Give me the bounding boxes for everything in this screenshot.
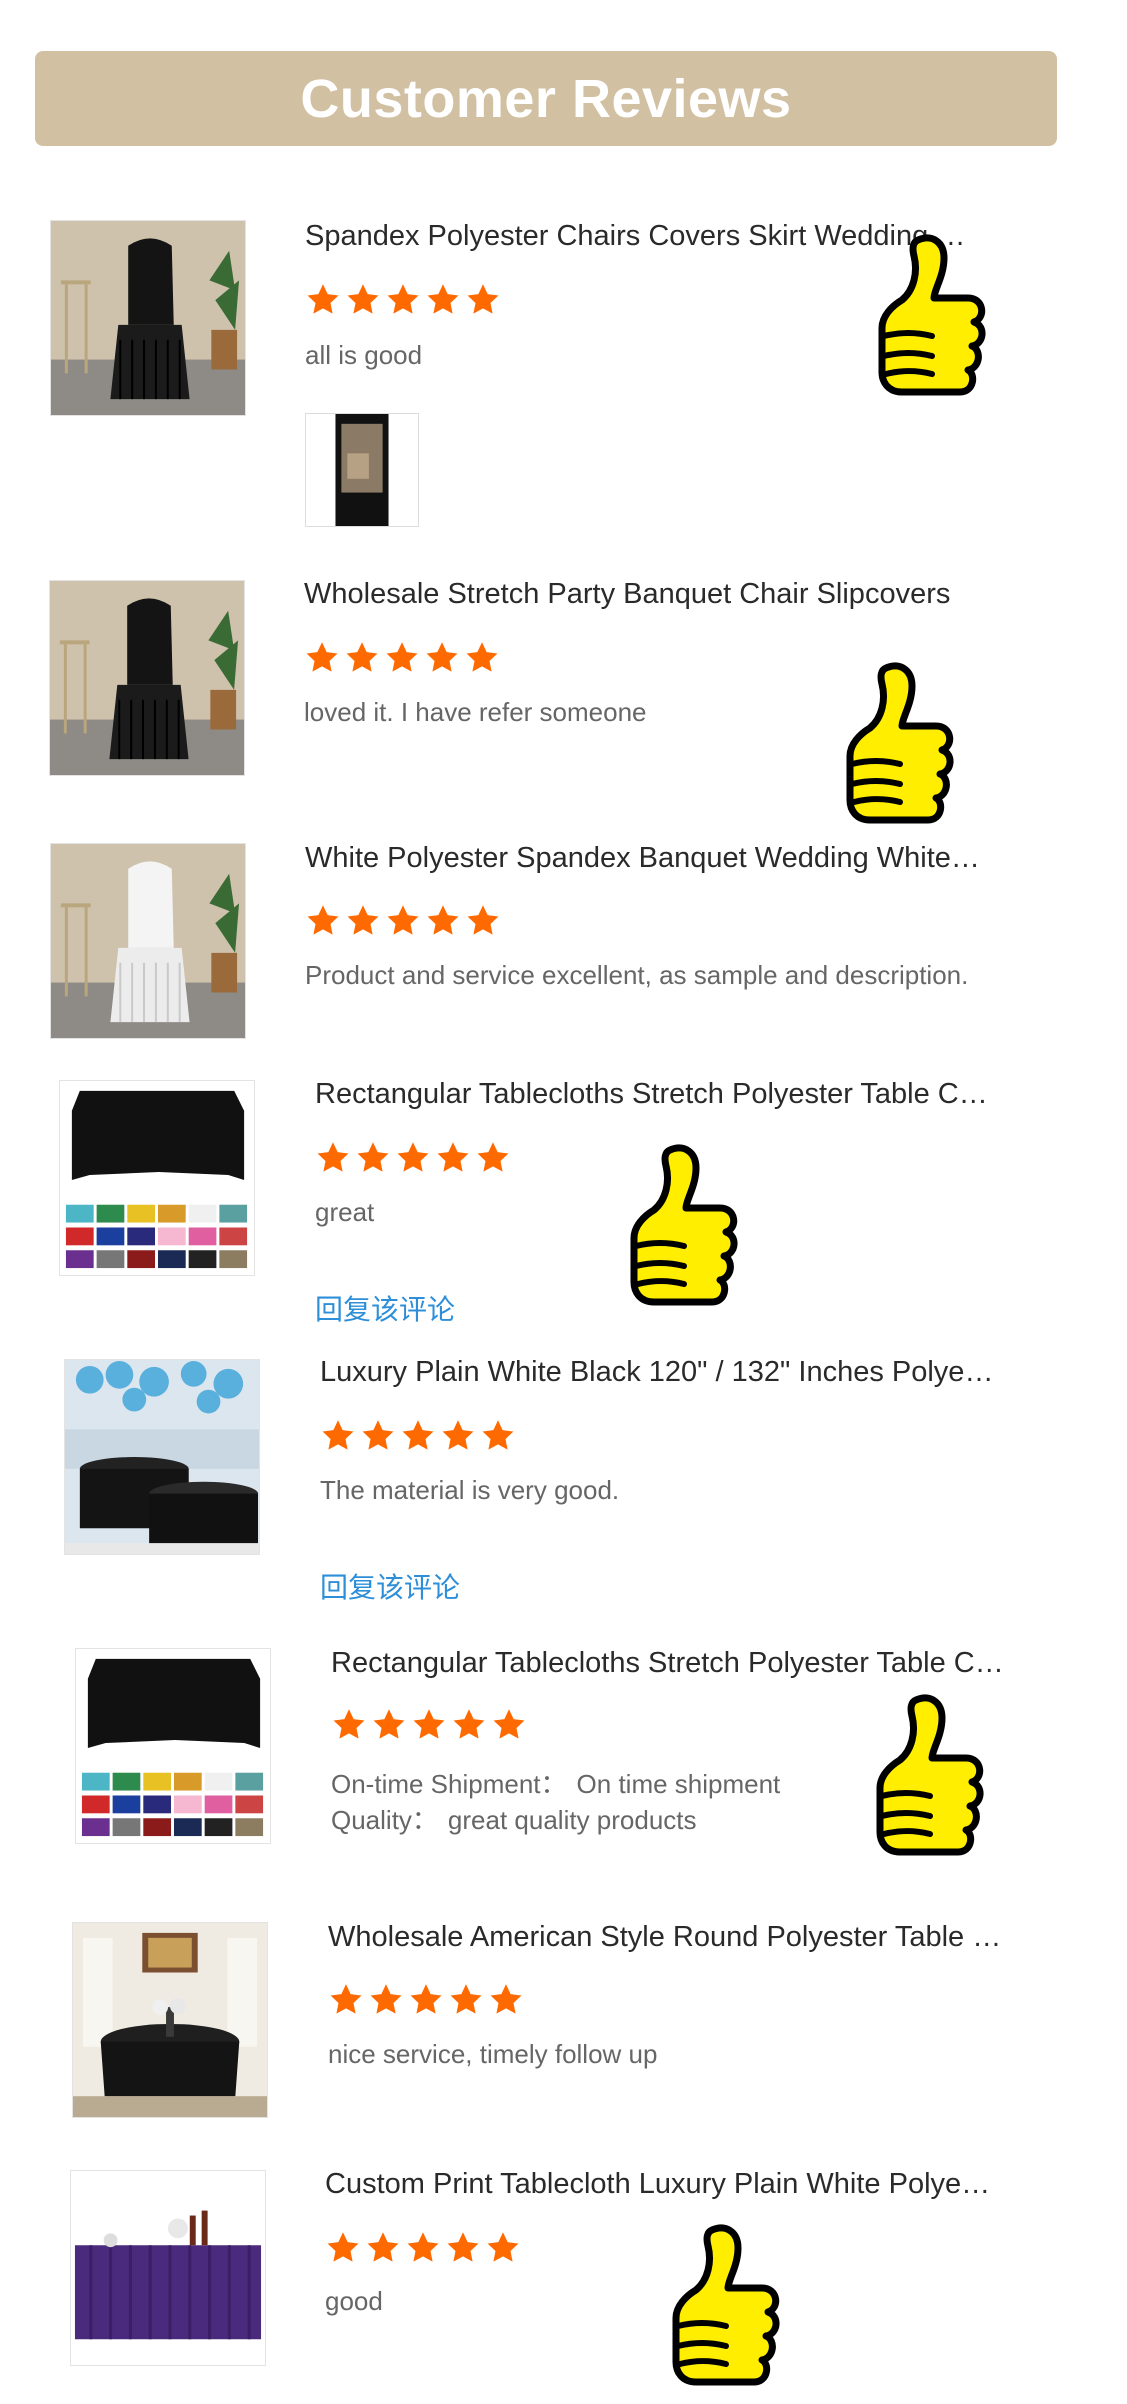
thumbs-up-icon	[654, 2222, 789, 2392]
star-icon	[405, 2230, 441, 2266]
review-comment: nice service, timely follow up	[328, 2039, 658, 2069]
star-icon	[445, 2230, 481, 2266]
product-thumbnail[interactable]	[50, 843, 246, 1039]
reply-link[interactable]: 回复该评论	[320, 1566, 460, 1606]
review-comment: all is good	[305, 340, 423, 370]
star-icon	[320, 1418, 356, 1454]
star-icon	[488, 1982, 524, 2018]
detail-label: Quality：	[331, 1805, 438, 1835]
star-icon	[400, 1418, 436, 1454]
star-icon	[480, 1418, 516, 1454]
star-icon	[491, 1707, 527, 1743]
star-icon	[425, 282, 461, 318]
star-icon	[448, 1982, 484, 2018]
product-thumbnail[interactable]	[49, 580, 245, 776]
star-icon	[475, 1140, 511, 1176]
product-thumbnail[interactable]	[72, 1922, 268, 2118]
star-rating	[305, 282, 501, 318]
star-icon	[465, 282, 501, 318]
star-icon	[424, 640, 460, 676]
star-icon	[331, 1707, 367, 1743]
star-icon	[368, 1982, 404, 2018]
star-icon	[344, 640, 380, 676]
product-title[interactable]: Wholesale American Style Round Polyester…	[328, 1921, 1003, 1954]
thumbs-up-icon	[612, 1142, 747, 1312]
page-title: Customer Reviews	[300, 68, 792, 129]
star-icon	[425, 903, 461, 939]
product-title[interactable]: Luxury Plain White Black 120" / 132" Inc…	[320, 1356, 995, 1389]
star-icon	[384, 640, 420, 676]
product-title[interactable]: White Polyester Spandex Banquet Wedding …	[305, 842, 980, 875]
product-thumbnail[interactable]	[70, 2170, 266, 2366]
review-comment: loved it. I have refer someone	[304, 697, 647, 727]
star-rating	[305, 903, 501, 939]
star-icon	[435, 1140, 471, 1176]
star-icon	[371, 1707, 407, 1743]
reply-link[interactable]: 回复该评论	[315, 1288, 455, 1328]
star-rating	[315, 1140, 511, 1176]
review-attachment-thumbnail[interactable]	[305, 413, 419, 527]
star-rating	[328, 1982, 524, 2018]
detail-label: On-time Shipment：	[331, 1769, 567, 1799]
review-comment: Product and service excellent, as sample…	[305, 960, 969, 990]
star-icon	[360, 1418, 396, 1454]
star-icon	[411, 1707, 447, 1743]
product-thumbnail[interactable]	[59, 1080, 255, 1276]
product-thumbnail[interactable]	[75, 1648, 271, 1844]
product-thumbnail[interactable]	[50, 220, 246, 416]
star-icon	[304, 640, 340, 676]
star-icon	[345, 903, 381, 939]
star-icon	[485, 2230, 521, 2266]
reviews-header: Customer Reviews	[35, 51, 1057, 146]
star-icon	[365, 2230, 401, 2266]
star-rating	[320, 1418, 516, 1454]
star-icon	[385, 282, 421, 318]
product-thumbnail[interactable]	[64, 1359, 260, 1555]
star-icon	[385, 903, 421, 939]
review-comment: good	[325, 2286, 383, 2316]
star-icon	[440, 1418, 476, 1454]
star-icon	[305, 282, 341, 318]
thumbs-up-icon	[860, 232, 995, 402]
review-detail-quality: Quality： great quality products	[331, 1800, 707, 1837]
review-comment: The material is very good.	[320, 1475, 620, 1505]
star-icon	[464, 640, 500, 676]
star-icon	[451, 1707, 487, 1743]
product-title[interactable]: Rectangular Tablecloths Stretch Polyeste…	[331, 1647, 1006, 1680]
detail-value: On time shipment	[576, 1769, 781, 1799]
star-icon	[395, 1140, 431, 1176]
star-rating	[325, 2230, 521, 2266]
star-icon	[315, 1140, 351, 1176]
star-icon	[355, 1140, 391, 1176]
star-rating	[331, 1707, 527, 1743]
detail-value: great quality products	[447, 1805, 697, 1835]
star-rating	[304, 640, 500, 676]
star-icon	[305, 903, 341, 939]
star-icon	[325, 2230, 361, 2266]
product-title[interactable]: Custom Print Tablecloth Luxury Plain Whi…	[325, 2168, 1000, 2201]
star-icon	[328, 1982, 364, 2018]
star-icon	[465, 903, 501, 939]
product-title[interactable]: Rectangular Tablecloths Stretch Polyeste…	[315, 1078, 990, 1111]
review-comment: great	[315, 1197, 375, 1227]
thumbs-up-icon	[858, 1692, 993, 1862]
thumbs-up-icon	[828, 660, 963, 830]
star-icon	[408, 1982, 444, 2018]
star-icon	[345, 282, 381, 318]
product-title[interactable]: Wholesale Stretch Party Banquet Chair Sl…	[304, 578, 979, 611]
review-detail-shipment: On-time Shipment： On time shipment	[331, 1764, 790, 1801]
